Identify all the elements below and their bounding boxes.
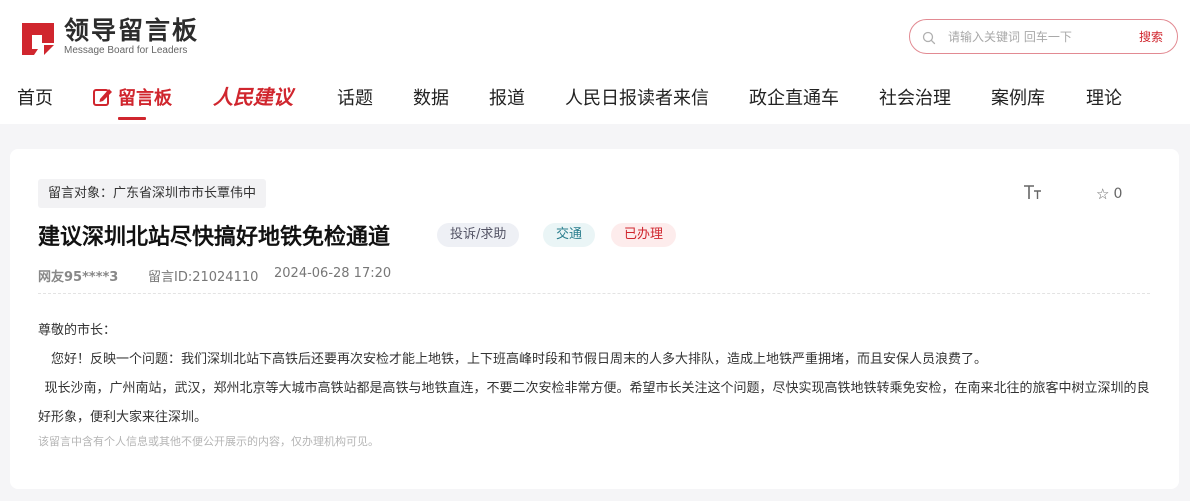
- message-id: 留言ID:21024110: [148, 270, 259, 285]
- site-header: 领导留言板 Message Board for Leaders 搜索 首页 留言…: [0, 0, 1190, 124]
- nav-item-suggestion[interactable]: 人民建议: [213, 81, 293, 110]
- site-logo[interactable]: 领导留言板 Message Board for Leaders: [18, 18, 199, 57]
- star-icon: ☆: [1096, 185, 1110, 203]
- nav-item-reader-letters[interactable]: 人民日报读者来信: [565, 84, 709, 110]
- nav-item-case-library[interactable]: 案例库: [991, 84, 1045, 110]
- logo-title: 领导留言板: [64, 16, 200, 45]
- nav-item-theory[interactable]: 理论: [1086, 84, 1122, 110]
- main-nav: 首页 留言板 人民建议 话题 数据 报道 人民日报读者来信 政企直通车 社会治理…: [0, 78, 1190, 124]
- search-input[interactable]: [948, 26, 1128, 48]
- message-paragraph: 现长沙南，广州南站，武汉，郑州北京等大城市高铁站都是高铁与地铁直连，不要二次安检…: [38, 381, 1150, 425]
- author-name: 网友95****3: [38, 270, 119, 285]
- privacy-note: 该留言中含有个人信息或其他不便公开展示的内容，仅办理机构可见。: [38, 435, 379, 448]
- nav-active-indicator: [118, 117, 146, 120]
- nav-item-social-governance[interactable]: 社会治理: [879, 84, 951, 110]
- edit-icon: [92, 86, 114, 108]
- favorite-count: 0: [1113, 186, 1123, 202]
- divider: [38, 293, 1150, 294]
- nav-item-reports[interactable]: 报道: [489, 84, 525, 110]
- search-button[interactable]: 搜索: [1139, 28, 1163, 45]
- message-time: 2024-06-28 17:20: [274, 266, 392, 281]
- nav-item-home[interactable]: 首页: [17, 84, 53, 110]
- nav-item-message-board[interactable]: 留言板: [92, 84, 172, 110]
- font-size-toggle[interactable]: [1023, 184, 1043, 204]
- message-body: 尊敬的市长： 您好！反映一个问题：我们深圳北站下高铁后还要再次安检才能上地铁，上…: [38, 316, 1153, 432]
- search-icon: [922, 30, 936, 45]
- nav-item-topics[interactable]: 话题: [337, 84, 373, 110]
- status-badge: 已办理: [611, 223, 677, 247]
- logo-icon: [18, 19, 58, 57]
- search-box: 搜索: [909, 19, 1178, 54]
- message-paragraph: 您好！反映一个问题：我们深圳北站下高铁后还要再次安检才能上地铁，上下班高峰时段和…: [51, 352, 988, 367]
- nav-item-data[interactable]: 数据: [413, 84, 449, 110]
- message-salutation: 尊敬的市长：: [38, 323, 117, 338]
- message-target: 留言对象：广东省深圳市市长覃伟中: [38, 179, 267, 208]
- message-title: 建议深圳北站尽快搞好地铁免检通道: [38, 225, 391, 250]
- font-size-icon: [1024, 185, 1041, 199]
- logo-subtitle: Message Board for Leaders: [64, 45, 188, 56]
- nav-item-gov-enterprise[interactable]: 政企直通车: [749, 84, 839, 110]
- nav-item-label: 留言板: [118, 88, 172, 109]
- tag-field[interactable]: 交通: [543, 223, 596, 247]
- favorite-button[interactable]: ☆ 0: [1096, 185, 1122, 203]
- message-card: 留言对象：广东省深圳市市长覃伟中 ☆ 0 建议深圳北站尽快搞好地铁免检通道 投诉…: [10, 149, 1179, 489]
- tag-category[interactable]: 投诉/求助: [437, 223, 520, 247]
